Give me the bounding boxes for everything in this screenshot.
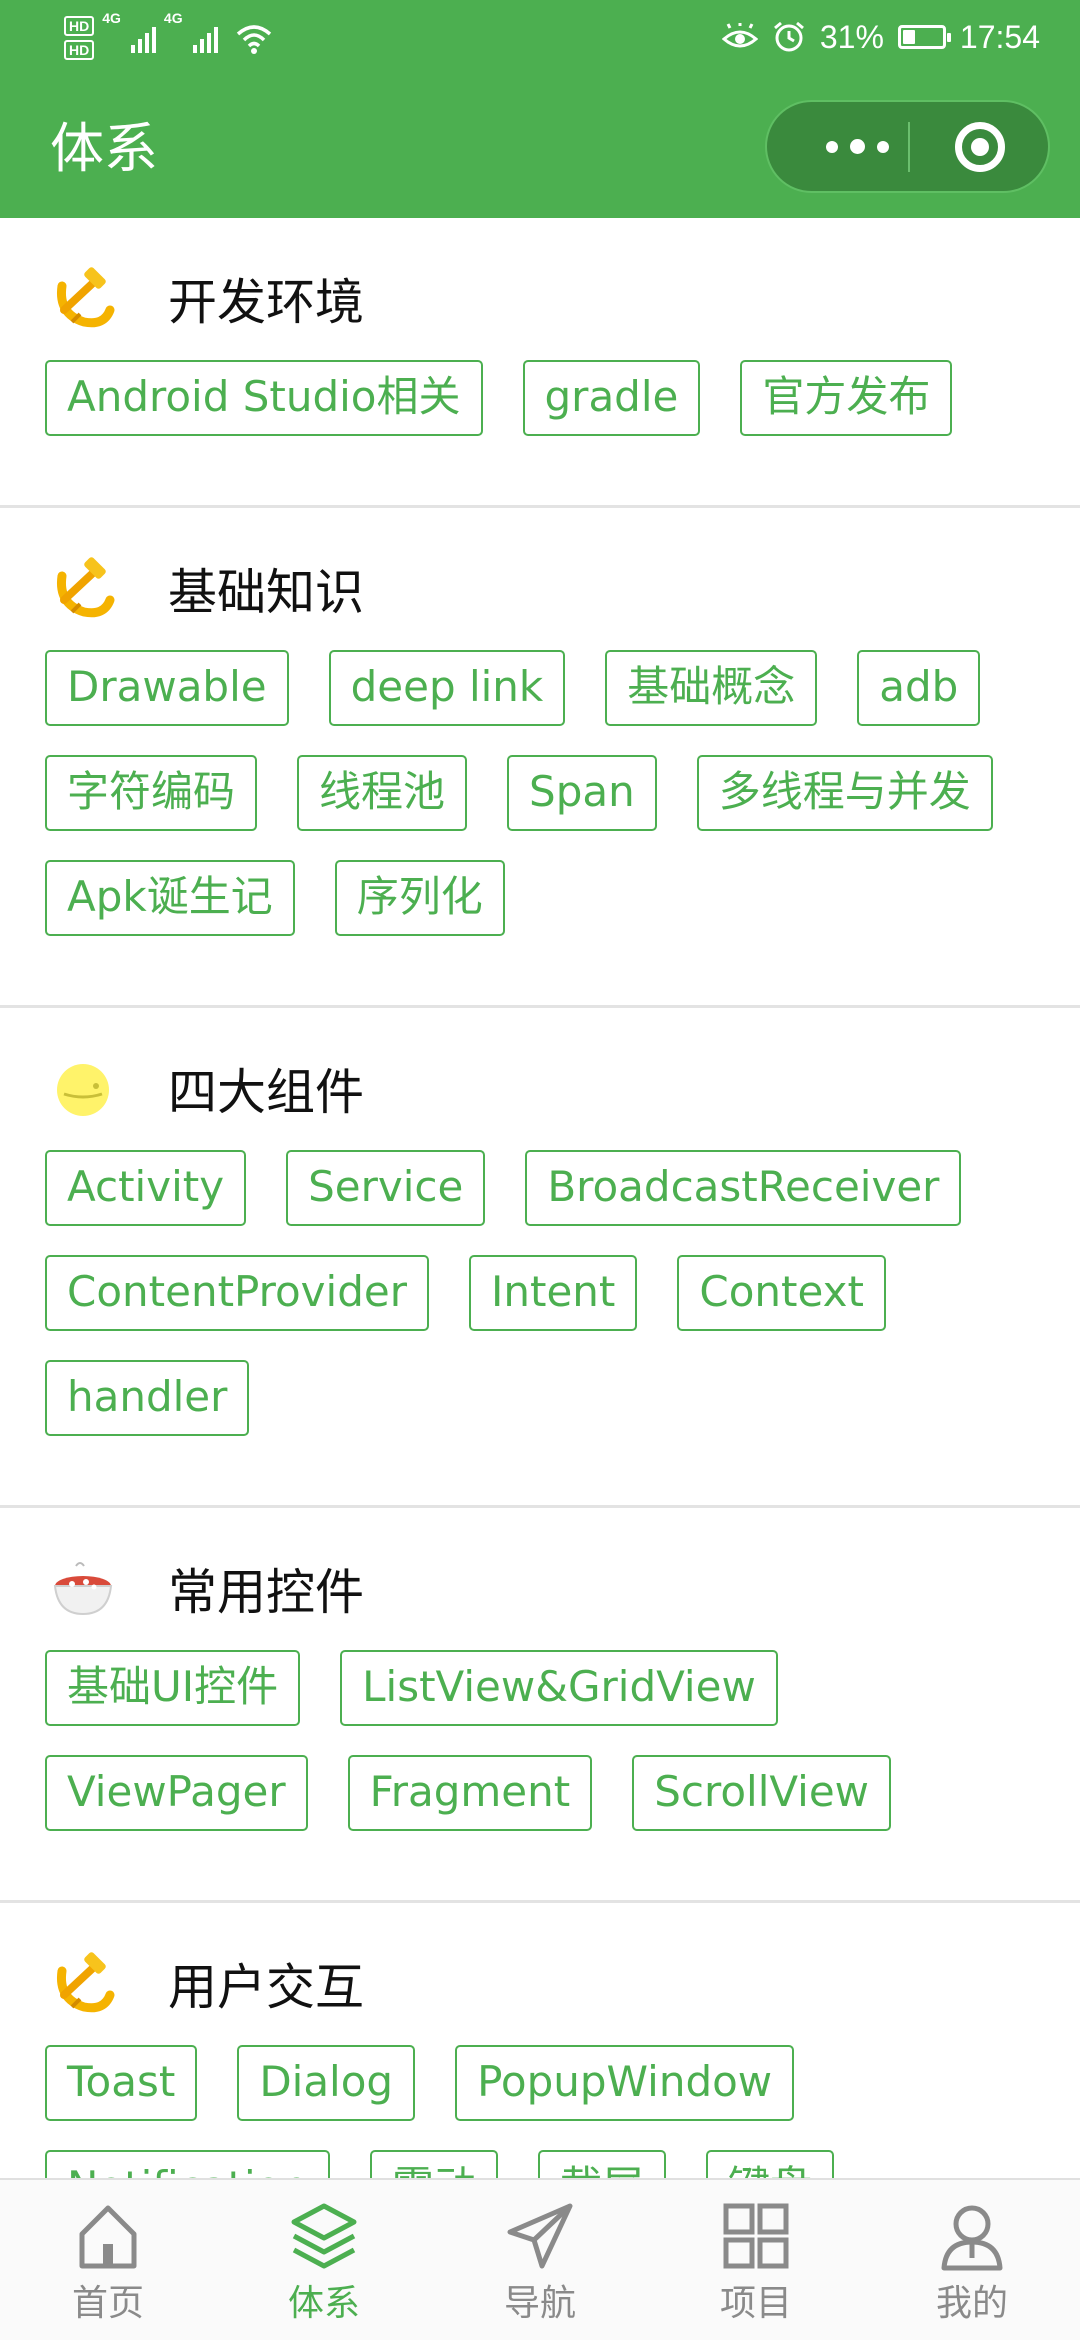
tab-grid[interactable]: 项目 <box>648 2180 864 2340</box>
category-title: 开发环境 <box>168 274 365 331</box>
category-header: 基础知识 <box>0 548 1080 638</box>
hd-badge-2: HD <box>64 40 95 60</box>
tag-list: Android Studio相关 gradle 官方发布 <box>0 360 1080 465</box>
topic-tag[interactable]: Android Studio相关 <box>45 360 483 436</box>
hd-badge-1: HD <box>64 16 95 36</box>
more-dots-icon[interactable] <box>807 102 907 191</box>
miniapp-capsule <box>765 100 1050 193</box>
topic-tag[interactable]: 键盘 <box>706 2150 835 2178</box>
hammer-sickle-icon <box>50 266 116 332</box>
tab-label: 导航 <box>503 2283 576 2324</box>
topic-tag[interactable]: PopupWindow <box>455 2045 795 2121</box>
tab-label: 我的 <box>935 2283 1008 2324</box>
category-title: 基础知识 <box>168 564 365 621</box>
topic-tag[interactable]: 线程池 <box>297 755 468 831</box>
category-title: 用户交互 <box>168 1959 365 2016</box>
signal-icon <box>192 23 218 53</box>
topic-tag[interactable]: 基础UI控件 <box>45 1650 301 1726</box>
topic-tag[interactable]: Dialog <box>237 2045 416 2121</box>
clock: 17:54 <box>959 18 1040 55</box>
topic-tag[interactable]: BroadcastReceiver <box>525 1150 962 1226</box>
status-right: 31% 17:54 <box>721 14 1040 60</box>
tab-label: 体系 <box>287 2283 360 2324</box>
category-section: 常用控件基础UI控件 ListView&GridView ViewPager Frag… <box>0 1508 1080 1903</box>
topic-tag[interactable]: Notification <box>45 2150 330 2178</box>
topic-tag[interactable]: Activity <box>45 1150 247 1226</box>
hammer-sickle-icon <box>50 556 116 622</box>
topic-tag[interactable]: adb <box>857 650 981 726</box>
tab-bar: 首页 体系 导航 项目 我的 <box>0 2178 1080 2340</box>
category-header: 开发环境 <box>0 258 1080 348</box>
topic-tag[interactable]: 序列化 <box>334 860 505 936</box>
topic-tag[interactable]: ScrollView <box>632 1755 892 1831</box>
topic-tag[interactable]: Service <box>286 1150 486 1226</box>
topic-tag[interactable]: 截屏 <box>538 2150 667 2178</box>
tag-list: Toast Dialog PopupWindow Notification 震动 截屏 键盘 <box>0 2045 1080 2178</box>
category-section: 基础知识 Drawable deep link 基础概念 adb 字符编码 线程池 Span 多… <box>0 508 1080 1008</box>
tab-user[interactable]: 我的 <box>864 2180 1080 2340</box>
topic-tag[interactable]: deep link <box>328 650 566 726</box>
tag-list: Activity Service BroadcastReceiver ContentP… <box>0 1150 1080 1465</box>
topic-tag[interactable]: 基础概念 <box>605 650 818 726</box>
tab-label: 项目 <box>719 2283 792 2324</box>
wifi-icon <box>236 25 271 54</box>
category-section: 四大组件 Activity Service BroadcastReceiver Cont… <box>0 1008 1080 1508</box>
tab-layers[interactable]: 体系 <box>216 2180 432 2340</box>
battery-level <box>902 30 915 44</box>
noodle-bowl-icon <box>50 1556 116 1622</box>
topic-tag[interactable]: 字符编码 <box>45 755 258 831</box>
topic-tag[interactable]: Fragment <box>347 1755 593 1831</box>
network-type-1: 4G <box>102 10 121 26</box>
alarm-icon <box>773 21 804 52</box>
target-circle-icon[interactable] <box>955 122 1005 172</box>
tab-paper-plane[interactable]: 导航 <box>432 2180 648 2340</box>
eye-icon <box>721 23 758 48</box>
battery-percent: 31% <box>819 18 884 55</box>
page-title: 体系 <box>50 117 158 180</box>
tag-list: Drawable deep link 基础概念 adb 字符编码 线程池 Span 多线程与并… <box>0 650 1080 965</box>
category-header: 用户交互 <box>0 1943 1080 2033</box>
topic-tag[interactable]: ListView&GridView <box>340 1650 778 1726</box>
topic-tag[interactable]: ContentProvider <box>45 1255 429 1331</box>
topic-tag[interactable]: Drawable <box>45 650 289 726</box>
moon-face-icon <box>50 1056 116 1122</box>
topic-tag[interactable]: gradle <box>522 360 701 436</box>
topic-tag[interactable]: 多线程与并发 <box>696 755 993 831</box>
app-header: HD HD 4G 4G 31% 17:54 体系 <box>0 0 1080 218</box>
topic-tag[interactable]: Toast <box>45 2045 198 2121</box>
tag-list: 基础UI控件 ListView&GridView ViewPager Fragment… <box>0 1650 1080 1860</box>
topic-tag[interactable]: Context <box>677 1255 886 1331</box>
topic-tag[interactable]: 官方发布 <box>740 360 953 436</box>
tab-label: 首页 <box>71 2283 144 2324</box>
category-section: 用户交互 Toast Dialog PopupWindow Notification 震动… <box>0 1903 1080 2178</box>
category-title: 常用控件 <box>168 1564 365 1621</box>
status-left: HD HD 4G 4G <box>64 10 274 66</box>
category-header: 四大组件 <box>0 1048 1080 1138</box>
category-header: 常用控件 <box>0 1548 1080 1638</box>
topic-tag[interactable]: handler <box>45 1360 250 1436</box>
battery-icon <box>897 25 951 49</box>
status-bar: HD HD 4G 4G 31% 17:54 <box>0 0 1080 72</box>
tab-home[interactable]: 首页 <box>0 2180 216 2340</box>
signal-icon <box>130 23 156 53</box>
network-type-2: 4G <box>163 10 183 26</box>
topic-tag[interactable]: ViewPager <box>45 1755 308 1831</box>
topic-tag[interactable]: Span <box>507 755 657 831</box>
topic-tag[interactable]: Intent <box>468 1255 638 1331</box>
category-title: 四大组件 <box>168 1064 365 1121</box>
topic-tag[interactable]: Apk诞生记 <box>45 860 295 936</box>
hd-indicators: HD HD <box>64 16 95 60</box>
category-section: 开发环境 Android Studio相关 gradle 官方发布 <box>0 218 1080 508</box>
hammer-sickle-icon <box>50 1951 116 2017</box>
capsule-divider <box>908 122 910 172</box>
category-list[interactable]: 开发环境 Android Studio相关 gradle 官方发布基础知识 Drawab… <box>0 218 1080 2178</box>
topic-tag[interactable]: 震动 <box>370 2150 499 2178</box>
